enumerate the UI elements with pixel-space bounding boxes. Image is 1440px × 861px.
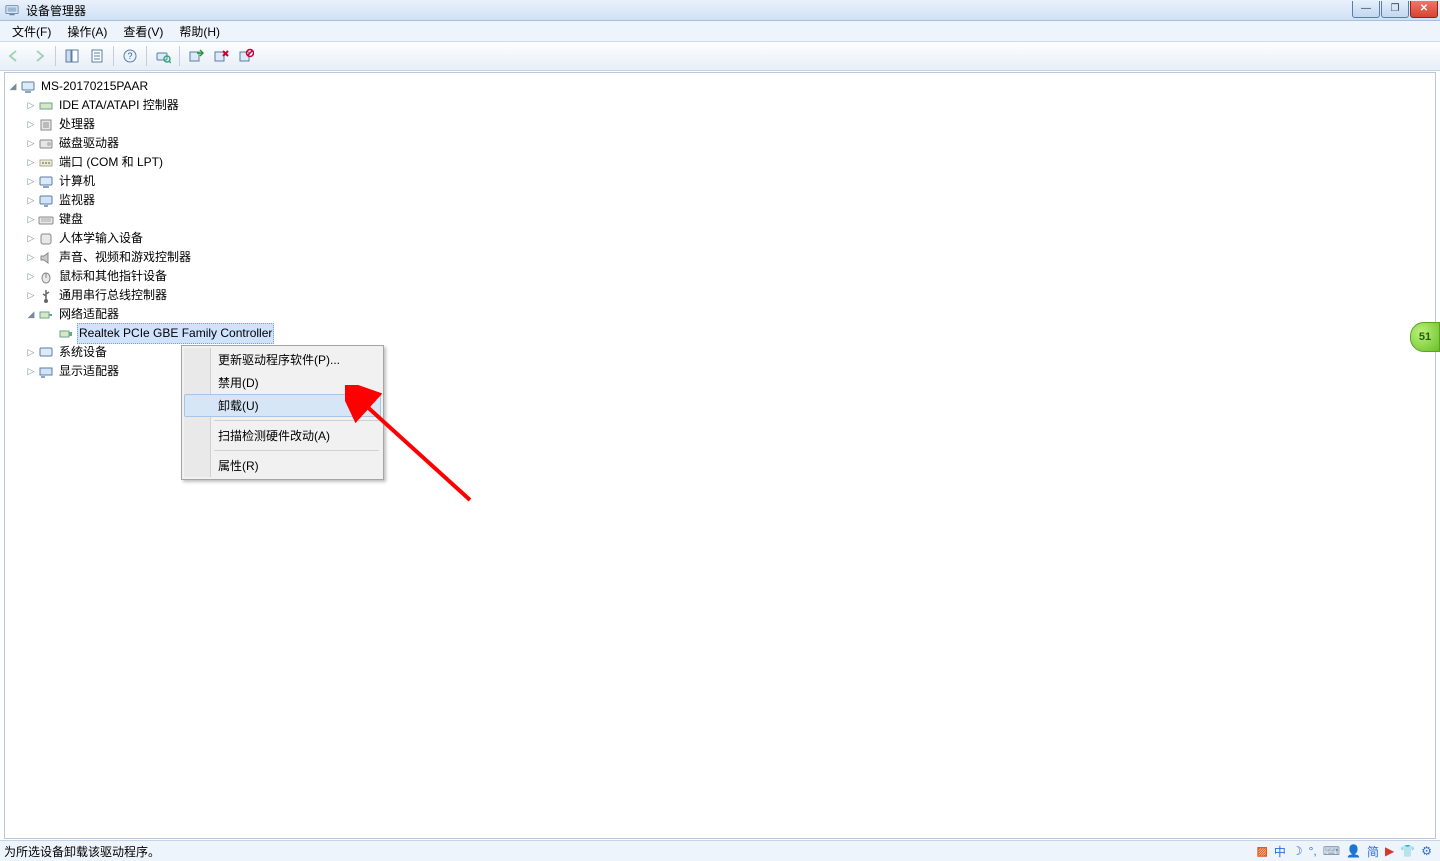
- tray-app-icon[interactable]: ▨: [1256, 844, 1267, 858]
- titlebar: 设备管理器 — ❐ ✕: [0, 0, 1440, 21]
- uninstall-button[interactable]: [209, 44, 233, 68]
- computer-icon: [20, 79, 36, 95]
- toolbar-separator: [179, 46, 180, 66]
- ime-person-icon[interactable]: 👤: [1346, 844, 1361, 858]
- menu-file[interactable]: 文件(F): [4, 21, 59, 42]
- toolbar-separator: [113, 46, 114, 66]
- display-adapter-icon: [38, 364, 54, 380]
- tray-video-icon[interactable]: ▶: [1385, 844, 1394, 858]
- tree-category[interactable]: ▷端口 (COM 和 LPT): [25, 153, 1435, 172]
- disk-icon: [38, 136, 54, 152]
- menu-view[interactable]: 查看(V): [115, 21, 171, 42]
- window-title: 设备管理器: [24, 2, 1351, 19]
- forward-button[interactable]: [27, 44, 51, 68]
- menu-action[interactable]: 操作(A): [59, 21, 115, 42]
- monitor-icon: [38, 193, 54, 209]
- properties-button[interactable]: [85, 44, 109, 68]
- tree-category[interactable]: ▷声音、视频和游戏控制器: [25, 248, 1435, 267]
- tree-category[interactable]: ▷人体学输入设备: [25, 229, 1435, 248]
- keyboard-icon: [38, 212, 54, 228]
- expander-icon[interactable]: ▷: [25, 362, 37, 381]
- menu-help[interactable]: 帮助(H): [171, 21, 228, 42]
- status-text: 为所选设备卸载该驱动程序。: [4, 843, 1256, 860]
- expander-icon[interactable]: ▷: [25, 134, 37, 153]
- update-driver-button[interactable]: [184, 44, 208, 68]
- context-menu: 更新驱动程序软件(P)... 禁用(D) 卸载(U) 扫描检测硬件改动(A) 属…: [181, 345, 384, 480]
- ctx-update-driver[interactable]: 更新驱动程序软件(P)...: [184, 348, 381, 371]
- svg-text:?: ?: [127, 51, 132, 61]
- hid-icon: [38, 231, 54, 247]
- mouse-icon: [38, 269, 54, 285]
- minimize-button[interactable]: —: [1352, 1, 1380, 18]
- tray-gear-icon[interactable]: ⚙: [1421, 844, 1432, 858]
- tree-category-network[interactable]: ◢网络适配器: [25, 305, 1435, 324]
- help-button[interactable]: ?: [118, 44, 142, 68]
- app-icon: [4, 2, 20, 18]
- back-button[interactable]: [2, 44, 26, 68]
- tree-category[interactable]: ▷处理器: [25, 115, 1435, 134]
- network-card-icon: [58, 326, 74, 342]
- show-hide-console-tree-button[interactable]: [60, 44, 84, 68]
- ime-keyboard-icon[interactable]: ⌨: [1323, 844, 1340, 858]
- context-menu-separator: [214, 420, 379, 421]
- ctx-properties[interactable]: 属性(R): [184, 454, 381, 477]
- ime-moon-icon[interactable]: ☽: [1292, 844, 1303, 858]
- expander-icon[interactable]: ▷: [25, 96, 37, 115]
- system-device-icon: [38, 345, 54, 361]
- tree-category[interactable]: ▷鼠标和其他指针设备: [25, 267, 1435, 286]
- expander-icon[interactable]: ◢: [7, 77, 19, 96]
- ime-language-indicator[interactable]: 中: [1274, 843, 1286, 860]
- close-button[interactable]: ✕: [1410, 1, 1438, 18]
- ime-punct-icon[interactable]: °,: [1309, 844, 1317, 858]
- toolbar-separator: [146, 46, 147, 66]
- computer-category-icon: [38, 174, 54, 190]
- tree-root[interactable]: ◢ MS-20170215PAAR: [7, 77, 1435, 96]
- expander-icon[interactable]: ▷: [25, 343, 37, 362]
- network-adapter-icon: [38, 307, 54, 323]
- selected-device-label: Realtek PCIe GBE Family Controller: [77, 323, 274, 344]
- tree-category[interactable]: ▷IDE ATA/ATAPI 控制器: [25, 96, 1435, 115]
- ide-controller-icon: [38, 98, 54, 114]
- tree-category[interactable]: ▷通用串行总线控制器: [25, 286, 1435, 305]
- expander-icon[interactable]: ▷: [25, 229, 37, 248]
- tree-root-label: MS-20170215PAAR: [39, 77, 150, 96]
- tree-device-selected[interactable]: Realtek PCIe GBE Family Controller: [45, 324, 1435, 343]
- tree-category[interactable]: ▷计算机: [25, 172, 1435, 191]
- context-menu-separator: [214, 450, 379, 451]
- device-tree: ◢ MS-20170215PAAR ▷IDE ATA/ATAPI 控制器 ▷处理…: [5, 73, 1435, 381]
- expander-icon[interactable]: ▷: [25, 248, 37, 267]
- usb-icon: [38, 288, 54, 304]
- expander-icon[interactable]: ▷: [25, 172, 37, 191]
- expander-icon[interactable]: ▷: [25, 286, 37, 305]
- tree-category[interactable]: ▷磁盘驱动器: [25, 134, 1435, 153]
- system-tray: ▨ 中 ☽ °, ⌨ 👤 简 ▶ 👕 ⚙: [1256, 843, 1436, 860]
- audio-icon: [38, 250, 54, 266]
- cpu-icon: [38, 117, 54, 133]
- ctx-scan-hardware[interactable]: 扫描检测硬件改动(A): [184, 424, 381, 447]
- toolbar-separator: [55, 46, 56, 66]
- expander-icon[interactable]: ▷: [25, 191, 37, 210]
- maximize-button[interactable]: ❐: [1381, 1, 1409, 18]
- expander-icon[interactable]: ▷: [25, 115, 37, 134]
- expander-icon[interactable]: ▷: [25, 153, 37, 172]
- disable-button[interactable]: [234, 44, 258, 68]
- scan-hardware-button[interactable]: [151, 44, 175, 68]
- tray-shirt-icon[interactable]: 👕: [1400, 844, 1415, 858]
- expander-icon[interactable]: ▷: [25, 267, 37, 286]
- floating-badge[interactable]: 51: [1410, 322, 1440, 352]
- toolbar: ?: [0, 42, 1440, 71]
- ime-mode-indicator[interactable]: 简: [1367, 843, 1379, 860]
- statusbar: 为所选设备卸载该驱动程序。 ▨ 中 ☽ °, ⌨ 👤 简 ▶ 👕 ⚙: [0, 840, 1440, 861]
- expander-icon[interactable]: ◢: [25, 305, 37, 324]
- ctx-uninstall[interactable]: 卸载(U): [184, 394, 381, 417]
- window-buttons: — ❐ ✕: [1351, 1, 1438, 19]
- menubar: 文件(F) 操作(A) 查看(V) 帮助(H): [0, 21, 1440, 42]
- port-icon: [38, 155, 54, 171]
- tree-category[interactable]: ▷键盘: [25, 210, 1435, 229]
- tree-category[interactable]: ▷监视器: [25, 191, 1435, 210]
- expander-icon[interactable]: ▷: [25, 210, 37, 229]
- ctx-disable[interactable]: 禁用(D): [184, 371, 381, 394]
